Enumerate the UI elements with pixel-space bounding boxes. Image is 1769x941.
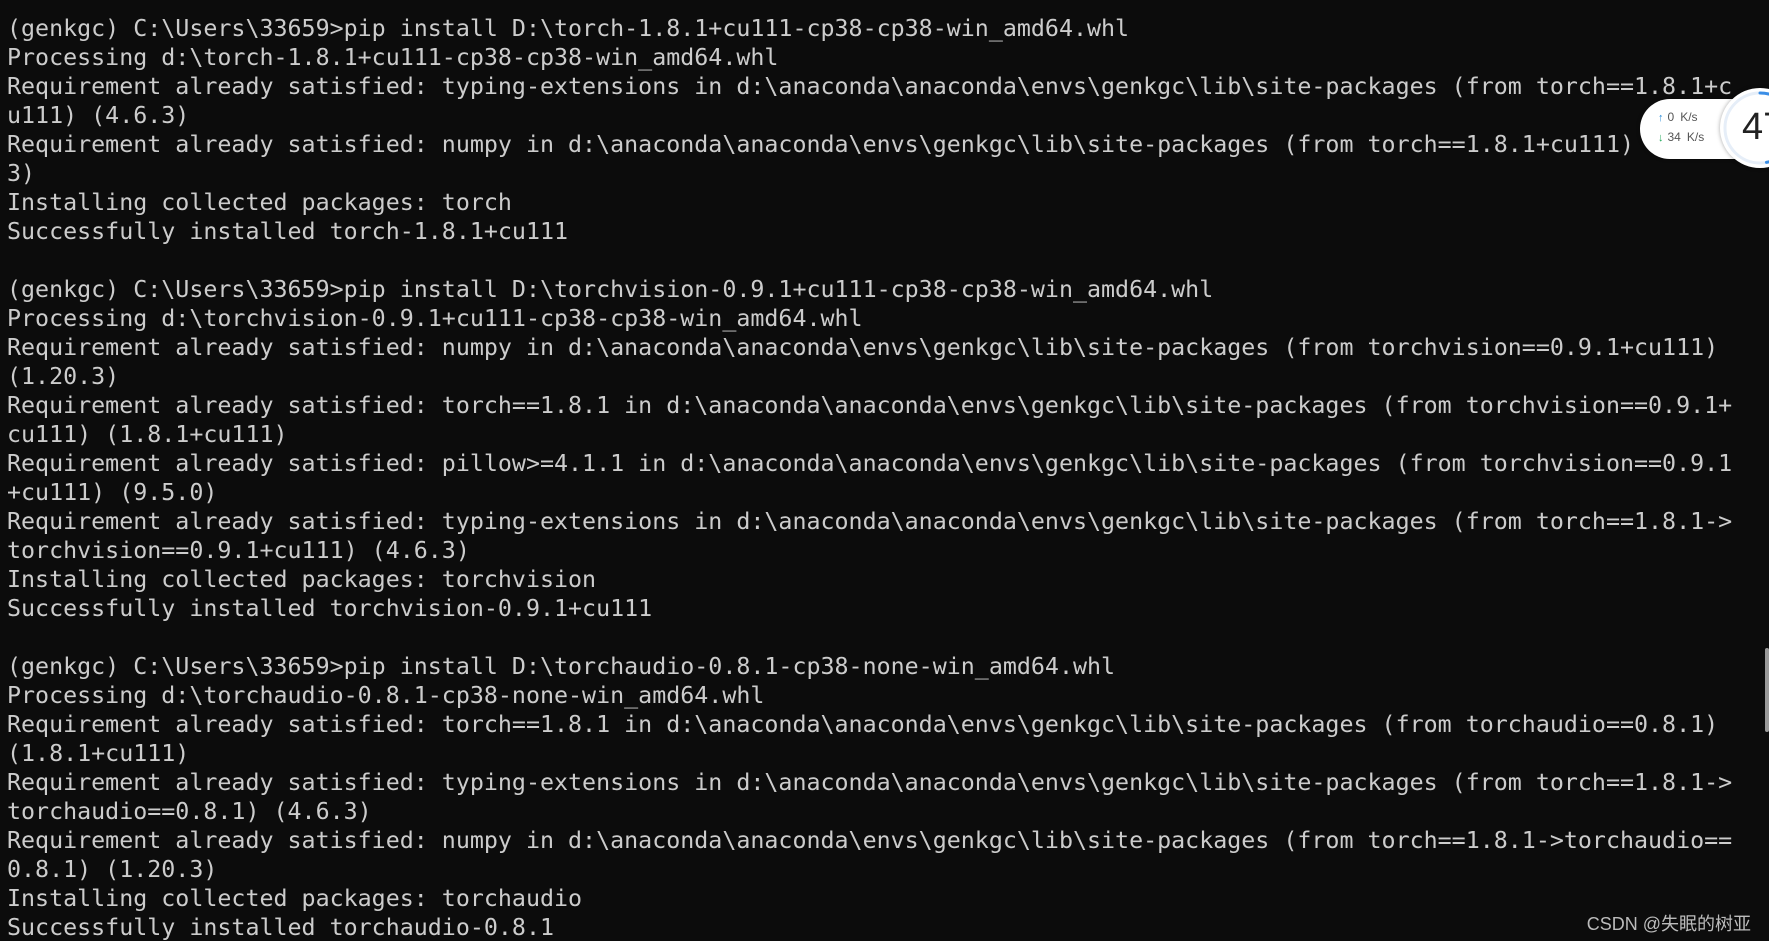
terminal-line: Processing d:\torchvision-0.9.1+cu111-cp… xyxy=(7,305,863,332)
watermark-text: CSDN @失眠的树亚 xyxy=(1586,914,1751,934)
arrow-down-icon: ↓ xyxy=(1658,132,1664,144)
terminal-line: Requirement already satisfied: numpy in … xyxy=(7,131,1733,158)
terminal-line: Requirement already satisfied: pillow>=4… xyxy=(7,450,1733,477)
terminal-window[interactable]: (genkgc) C:\Users\33659>pip install D:\t… xyxy=(0,0,1769,941)
terminal-line: +cu111) (9.5.0) xyxy=(7,479,218,506)
terminal-line: (genkgc) C:\Users\33659>pip install D:\t… xyxy=(7,15,1130,42)
terminal-line: (1.8.1+cu111) xyxy=(7,740,190,767)
terminal-line: Requirement already satisfied: typing-ex… xyxy=(7,73,1733,100)
terminal-line: Requirement already satisfied: torch==1.… xyxy=(7,392,1733,419)
download-speed: ↓ 34 K/s xyxy=(1658,130,1704,144)
terminal-line: (1.20.3) xyxy=(7,363,120,390)
terminal-line: Requirement already satisfied: numpy in … xyxy=(7,827,1733,854)
terminal-line: Requirement already satisfied: numpy in … xyxy=(7,334,1719,361)
terminal-line: cu111) (1.8.1+cu111) xyxy=(7,421,288,448)
terminal-output: (genkgc) C:\Users\33659>pip install D:\t… xyxy=(7,14,1732,941)
terminal-line: Processing d:\torchaudio-0.8.1-cp38-none… xyxy=(7,682,765,709)
terminal-line: Processing d:\torch-1.8.1+cu111-cp38-cp3… xyxy=(7,44,779,71)
terminal-line: Requirement already satisfied: torch==1.… xyxy=(7,711,1719,738)
scrollbar-thumb[interactable] xyxy=(1765,648,1769,732)
terminal-line: torchvision==0.9.1+cu111) (4.6.3) xyxy=(7,537,470,564)
terminal-line: Successfully installed torchvision-0.9.1… xyxy=(7,595,653,622)
arrow-up-icon: ↑ xyxy=(1658,112,1664,124)
terminal-line: u111) (4.6.3) xyxy=(7,102,190,129)
terminal-line: 0.8.1) (1.20.3) xyxy=(7,856,218,883)
terminal-line: (genkgc) C:\Users\33659>pip install D:\t… xyxy=(7,276,1214,303)
terminal-line: Successfully installed torch-1.8.1+cu111 xyxy=(7,218,569,245)
download-speed-unit: K/s xyxy=(1686,130,1705,144)
terminal-line: Installing collected packages: torchaudi… xyxy=(7,885,583,912)
terminal-line: Installing collected packages: torch xyxy=(7,189,512,216)
terminal-line: 3) xyxy=(7,160,36,187)
upload-speed-value: 0 xyxy=(1667,110,1675,124)
terminal-line: Requirement already satisfied: typing-ex… xyxy=(7,508,1733,535)
terminal-line: Requirement already satisfied: typing-ex… xyxy=(7,769,1733,796)
scrollbar[interactable] xyxy=(1763,0,1769,941)
terminal-line: Successfully installed torchaudio-0.8.1 xyxy=(7,914,555,941)
terminal-line: torchaudio==0.8.1) (4.6.3) xyxy=(7,798,372,825)
upload-speed: ↑ 0 K/s xyxy=(1658,110,1698,124)
download-speed-value: 34 xyxy=(1667,130,1681,144)
upload-speed-unit: K/s xyxy=(1680,110,1698,124)
terminal-line: (genkgc) C:\Users\33659>pip install D:\t… xyxy=(7,653,1116,680)
cpu-usage-gauge[interactable]: 47 xyxy=(1720,88,1769,168)
terminal-line: Installing collected packages: torchvisi… xyxy=(7,566,597,593)
